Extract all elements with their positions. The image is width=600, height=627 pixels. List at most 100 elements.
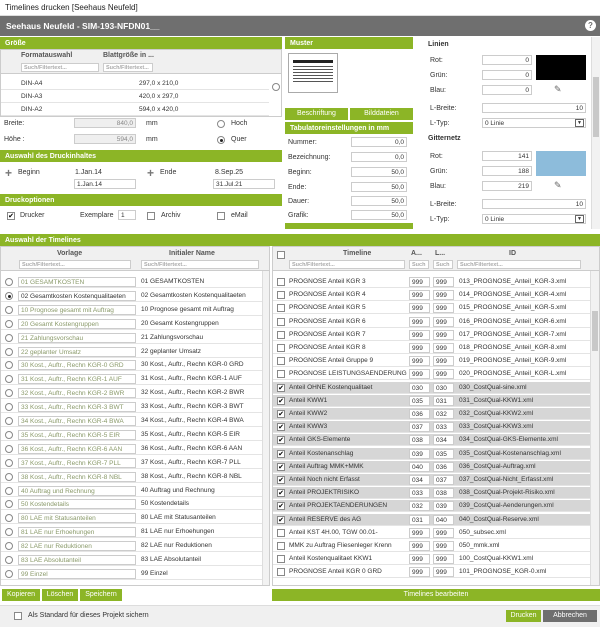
vorlage-radio[interactable] bbox=[5, 556, 13, 564]
timeline-row[interactable]: ✔ Anteil KWW3 037 033 033_CostQual-KKW3.xml bbox=[273, 421, 591, 434]
timeline-row[interactable]: Anteil Kostenqualitaet KKW1 999 999 100_Cos… bbox=[273, 553, 591, 566]
timeline-row[interactable]: PROGNOSE Anteil KGR 7 999 999 017_PROGNOSE_… bbox=[273, 329, 591, 341]
timeline-checkbox[interactable] bbox=[277, 370, 285, 379]
vorlage-radio[interactable] bbox=[5, 542, 13, 551]
timeline-a-value[interactable]: 999 bbox=[409, 369, 430, 380]
drucker-checkbox[interactable]: ✔ bbox=[7, 212, 15, 220]
timeline-a-value[interactable]: 999 bbox=[409, 316, 430, 327]
breite-input[interactable] bbox=[74, 118, 136, 128]
vorlage-radio[interactable] bbox=[5, 430, 13, 439]
vorlage-radio[interactable] bbox=[5, 472, 13, 481]
timeline-l-value[interactable]: 032 bbox=[433, 409, 454, 419]
gitter-ltyp-select[interactable]: 0 Linie ▼ bbox=[482, 214, 586, 224]
tab-dauer-input[interactable] bbox=[351, 196, 407, 206]
timeline-checkbox[interactable] bbox=[277, 528, 285, 537]
vorlage-row[interactable]: 35 Kost., Auftr., Rechn KGR-5 EIR 35 Kost… bbox=[1, 429, 263, 441]
timeline-a-value[interactable]: 999 bbox=[409, 541, 430, 551]
timeline-l-value[interactable]: 999 bbox=[433, 356, 454, 367]
linien-pipette-icon[interactable]: ✎ bbox=[554, 84, 562, 95]
timeline-row[interactable]: PROGNOSE Anteil KGR 6 999 999 016_PROGNOSE_… bbox=[273, 316, 591, 328]
timeline-a-value[interactable]: 999 bbox=[409, 356, 430, 367]
format-filter-input[interactable]: Such/Filtertext... bbox=[21, 63, 99, 72]
timeline-row[interactable]: ✔ Anteil GKS-Elemente 038 034 034_CostQual-G… bbox=[273, 434, 591, 447]
speichern-button[interactable]: Speichern bbox=[80, 589, 122, 601]
vorlage-radio[interactable] bbox=[5, 278, 13, 286]
gitter-pipette-icon[interactable]: ✎ bbox=[554, 180, 562, 191]
timeline-row[interactable]: PROGNOSE LEISTUNGSAENDERUNG 999 999 020_PRO… bbox=[273, 368, 591, 381]
col-timeline[interactable]: Timeline bbox=[343, 250, 371, 257]
vorlage-radio[interactable] bbox=[5, 500, 13, 509]
timeline-l-value[interactable]: 999 bbox=[433, 541, 454, 551]
a-filter-input[interactable]: Such bbox=[409, 260, 429, 269]
timeline-checkbox[interactable]: ✔ bbox=[277, 383, 285, 392]
format-row[interactable]: DIN-A3 420,0 x 297,0 bbox=[1, 91, 269, 103]
vorlage-row[interactable]: 34 Kost., Auftr., Rechn KGR-4 BWA 34 Kost… bbox=[1, 415, 263, 427]
vorlage-radio[interactable] bbox=[5, 458, 13, 467]
timeline-checkbox[interactable]: ✔ bbox=[277, 396, 285, 405]
beginn-plus-icon[interactable]: + bbox=[5, 166, 12, 180]
tab-grafik-input[interactable] bbox=[351, 210, 407, 220]
format-row[interactable]: DIN-A2 594,0 x 420,0 bbox=[1, 104, 269, 116]
timeline-l-value[interactable]: 036 bbox=[433, 461, 454, 472]
timeline-l-value[interactable]: 999 bbox=[433, 369, 454, 380]
vorlage-row[interactable]: 36 Kost., Auftr., Rechn KGR-6 AAN 36 Kost… bbox=[1, 443, 263, 455]
vorlage-radio[interactable] bbox=[5, 403, 13, 412]
col-initialer-name[interactable]: Initialer Name bbox=[169, 250, 215, 257]
gitter-color-swatch[interactable] bbox=[536, 151, 586, 176]
beschriftung-button[interactable]: Beschriftung bbox=[285, 108, 348, 120]
vorlage-radio[interactable] bbox=[5, 444, 13, 453]
timeline-checkbox[interactable] bbox=[277, 278, 285, 286]
timeline-a-value[interactable]: 031 bbox=[409, 514, 430, 525]
timeline-a-value[interactable]: 035 bbox=[409, 395, 430, 406]
vorlage-radio[interactable] bbox=[5, 347, 13, 356]
col-vorlage[interactable]: Vorlage bbox=[57, 250, 82, 257]
timeline-a-value[interactable]: 999 bbox=[409, 303, 430, 314]
select-all-checkbox[interactable] bbox=[277, 251, 285, 259]
timeline-row[interactable]: PROGNOSE Anteil Gruppe 9 999 999 019_PROGNO… bbox=[273, 355, 591, 368]
timeline-l-value[interactable]: 034 bbox=[433, 435, 454, 446]
email-checkbox[interactable] bbox=[217, 212, 225, 220]
timeline-a-value[interactable]: 999 bbox=[409, 554, 430, 565]
col-formatauswahl[interactable]: Formatauswahl bbox=[21, 52, 72, 59]
timeline-l-value[interactable]: 999 bbox=[433, 316, 454, 327]
timeline-row[interactable]: ✔ Anteil KWW2 036 032 032_CostQual-KKW2.xml bbox=[273, 408, 591, 420]
tab-beginn-input[interactable] bbox=[351, 167, 407, 177]
vorlage-radio[interactable] bbox=[5, 333, 13, 342]
tab-bezeichnung-input[interactable] bbox=[351, 152, 407, 162]
col-a[interactable]: A... bbox=[411, 250, 422, 257]
vorlage-row[interactable]: 10 Prognose gesamt mit Auftrag 10 Prognos… bbox=[1, 304, 263, 316]
timeline-row[interactable]: Anteil KST 4H.00, TGW 00.01- 999 999 050_su… bbox=[273, 527, 591, 539]
vorlage-row[interactable]: 81 LAE nur Erhoehungen 81 LAE nur Erhoehu… bbox=[1, 526, 263, 539]
timeline-checkbox[interactable]: ✔ bbox=[277, 515, 285, 524]
vorlage-row[interactable]: 01 GESAMTKOSTEN 01 GESAMTKOSTEN bbox=[1, 276, 263, 288]
timeline-l-value[interactable]: 999 bbox=[433, 554, 454, 565]
vorlage-radio[interactable] bbox=[5, 528, 13, 537]
vorlage-radio[interactable] bbox=[5, 569, 13, 578]
timeline-l-value[interactable]: 038 bbox=[433, 488, 454, 499]
timeline-checkbox[interactable] bbox=[277, 344, 285, 352]
vorlage-radio[interactable] bbox=[5, 291, 13, 300]
timeline-row[interactable]: PROGNOSE Anteil KGR 5 999 999 015_PROGNOSE_… bbox=[273, 302, 591, 315]
hoch-radio[interactable] bbox=[217, 120, 225, 128]
linien-blau-input[interactable] bbox=[482, 85, 532, 95]
timeline-row[interactable]: ✔ Anteil RESERVE des AG 031 040 040_CostQual… bbox=[273, 513, 591, 526]
timeline-l-value[interactable]: 999 bbox=[433, 329, 454, 340]
timeline-a-value[interactable]: 030 bbox=[409, 382, 430, 393]
vorlage-row[interactable]: 32 Kost., Auftr., Rechn KGR-2 BWR 32 Kost… bbox=[1, 387, 263, 400]
vorlage-row[interactable]: 31 Kost., Auftr., Rechn KGR-1 AUF 31 Kost… bbox=[1, 373, 263, 386]
settings-scrollbar[interactable] bbox=[591, 37, 600, 229]
timeline-checkbox[interactable]: ✔ bbox=[277, 476, 285, 484]
timeline-checkbox[interactable]: ✔ bbox=[277, 449, 285, 458]
timeline-row[interactable]: PROGNOSE Anteil KGR 4 999 999 014_PROGNOSE_… bbox=[273, 289, 591, 302]
timeline-a-value[interactable]: 040 bbox=[409, 461, 430, 472]
timeline-row[interactable]: ✔ Anteil KWW1 035 031 031_CostQual-KKW1.xml bbox=[273, 394, 591, 407]
chevron-down-icon[interactable]: ▼ bbox=[575, 215, 584, 223]
timeline-a-value[interactable]: 999 bbox=[409, 343, 430, 353]
col-blattgroesse[interactable]: Blattgröße in ... bbox=[103, 52, 154, 59]
kopieren-button[interactable]: Kopieren bbox=[2, 589, 40, 601]
vorlage-radio[interactable] bbox=[5, 361, 13, 370]
gitter-blau-input[interactable] bbox=[482, 181, 532, 191]
timeline-scrollbar[interactable] bbox=[590, 271, 599, 585]
col-l[interactable]: L... bbox=[435, 250, 445, 257]
standard-checkbox[interactable] bbox=[14, 612, 22, 620]
